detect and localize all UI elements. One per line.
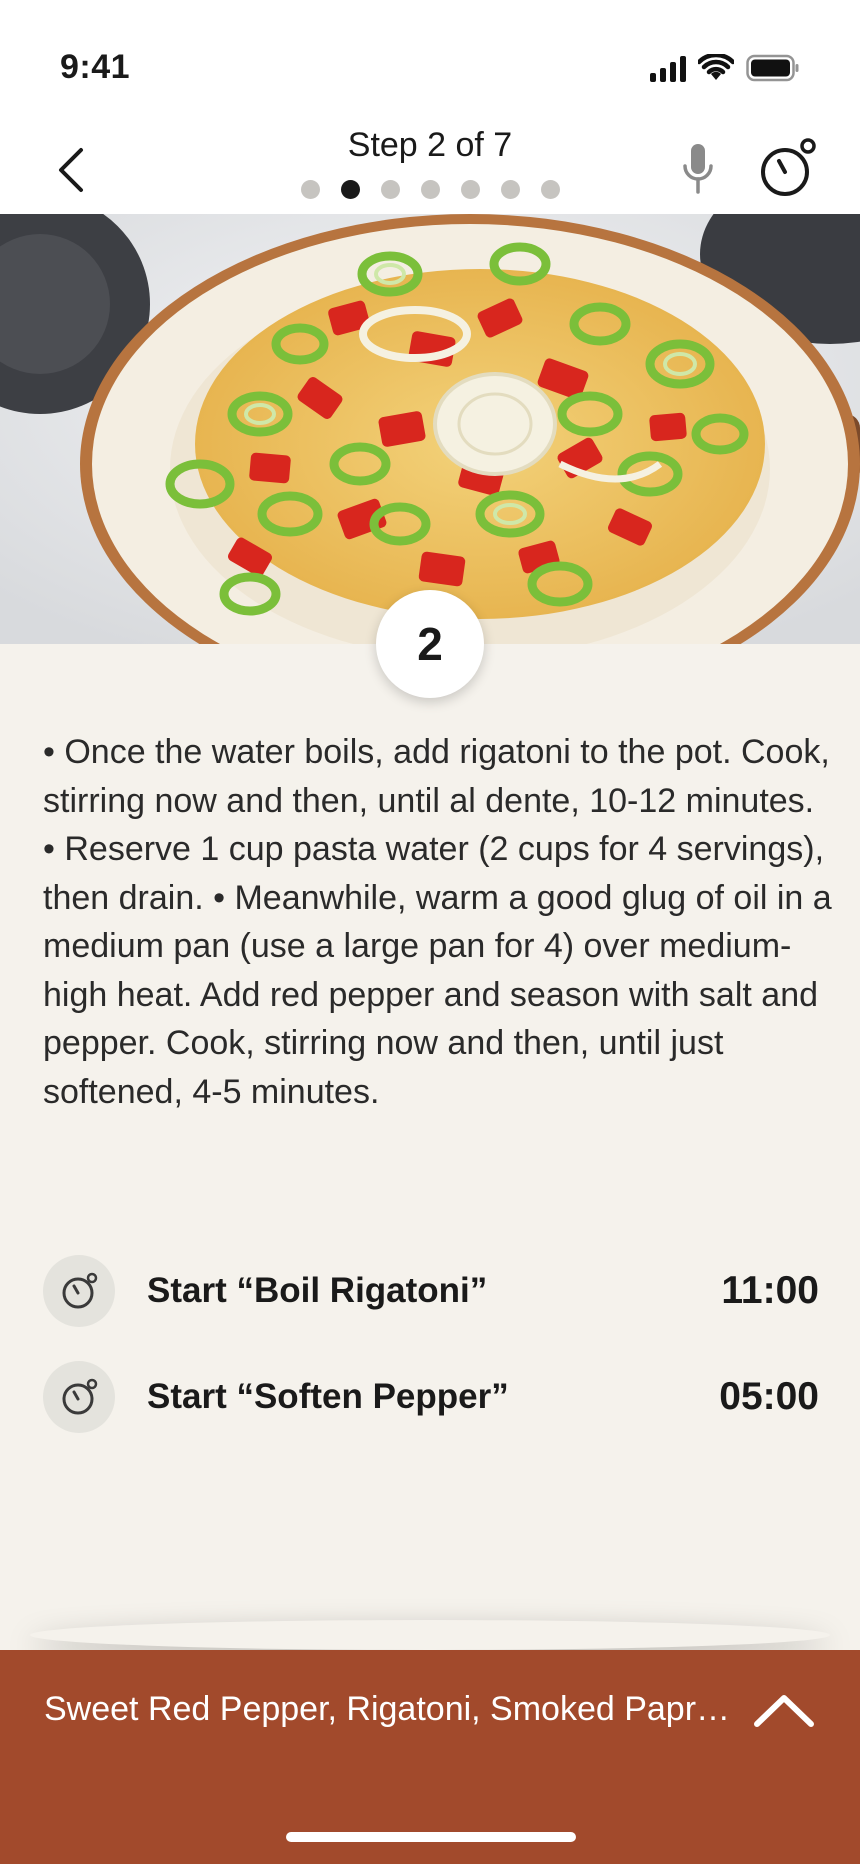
timer-icon-badge bbox=[43, 1255, 115, 1327]
expand-ingredients-button[interactable] bbox=[744, 1680, 824, 1740]
skillet-illustration bbox=[0, 214, 860, 644]
timer-icon-badge bbox=[43, 1361, 115, 1433]
microphone-icon bbox=[683, 144, 713, 194]
ingredients-sheet[interactable]: Sweet Red Pepper, Rigatoni, Smoked Papri… bbox=[0, 1650, 860, 1864]
stopwatch-icon bbox=[761, 138, 816, 196]
status-bar: 9:41 bbox=[0, 0, 860, 120]
status-icons bbox=[650, 54, 800, 82]
step-dot-6[interactable] bbox=[500, 180, 520, 199]
stopwatch-icon bbox=[62, 1272, 98, 1309]
step-dot-3[interactable] bbox=[380, 180, 400, 199]
wifi-icon bbox=[698, 54, 734, 80]
step-instructions: • Once the water boils, add rigatoni to … bbox=[43, 733, 832, 1111]
timer-label: Start “Boil Rigatoni” bbox=[147, 1271, 488, 1310]
step-dot-4[interactable] bbox=[420, 180, 440, 199]
timers-button[interactable] bbox=[754, 130, 822, 206]
chevron-up-icon bbox=[754, 1695, 814, 1727]
step-dot-1[interactable] bbox=[300, 180, 320, 199]
stopwatch-icon bbox=[62, 1378, 98, 1415]
step-title: Step 2 of 7 bbox=[347, 126, 513, 164]
status-time: 9:41 bbox=[60, 48, 131, 86]
battery-icon bbox=[746, 54, 799, 82]
step-progress-dots bbox=[0, 180, 860, 199]
sheet-shadow bbox=[30, 1620, 830, 1650]
timer-label: Start “Soften Pepper” bbox=[147, 1377, 509, 1416]
timer-row-boil-rigatoni[interactable]: Start “Boil Rigatoni” 11:00 bbox=[43, 1254, 819, 1328]
home-indicator[interactable] bbox=[286, 1832, 576, 1842]
timer-duration: 05:00 bbox=[719, 1375, 819, 1418]
step-dot-5[interactable] bbox=[460, 180, 480, 199]
cellular-signal-icon bbox=[650, 54, 686, 82]
timer-row-soften-pepper[interactable]: Start “Soften Pepper” 05:00 bbox=[43, 1360, 819, 1434]
step-number-badge: 2 bbox=[376, 590, 484, 698]
step-dot-7[interactable] bbox=[540, 180, 560, 199]
step-navigation-header: Step 2 of 7 bbox=[0, 120, 860, 214]
step-dot-2[interactable] bbox=[340, 180, 360, 199]
step-photo bbox=[0, 214, 860, 644]
timer-duration: 11:00 bbox=[721, 1269, 819, 1312]
ingredients-summary: Sweet Red Pepper, Rigatoni, Smoked Papri… bbox=[44, 1690, 734, 1728]
voice-control-button[interactable] bbox=[672, 134, 724, 204]
